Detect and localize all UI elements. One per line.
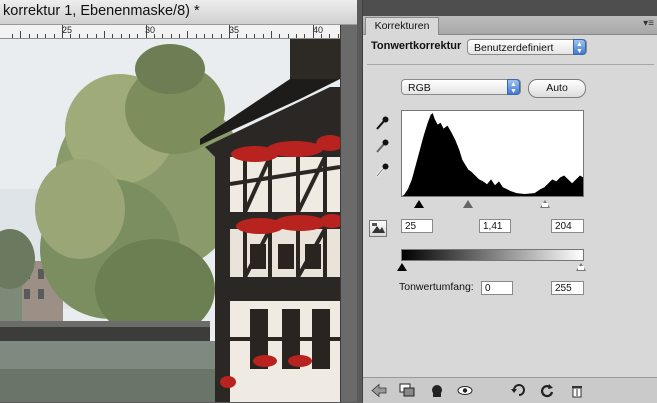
ruler-tick xyxy=(78,34,80,38)
ruler-tick xyxy=(70,34,72,38)
ruler-tick xyxy=(220,34,222,38)
ruler-tick xyxy=(112,34,114,38)
panel-menu-icon[interactable]: ▾≡ xyxy=(643,18,654,29)
ruler-tick xyxy=(262,34,264,38)
panel-bottom-toolbar xyxy=(363,377,657,403)
white-point-eyedropper-icon[interactable] xyxy=(375,162,389,178)
ruler-tick xyxy=(304,34,306,38)
ruler-tick xyxy=(229,25,231,38)
panel-dock-bar[interactable] xyxy=(363,0,657,16)
eye-icon[interactable] xyxy=(457,383,473,398)
ruler-tick xyxy=(245,34,247,38)
ruler-tick xyxy=(237,34,239,38)
ruler-tick xyxy=(95,34,97,38)
document-title: korrektur 1, Ebenenmaske/8) * xyxy=(3,3,200,19)
ruler-tick xyxy=(170,34,172,38)
ruler-tick xyxy=(153,34,155,38)
vertical-scrollbar[interactable] xyxy=(340,25,357,402)
ruler-tick xyxy=(162,34,164,38)
select-arrows-icon: ▲ ▼ xyxy=(573,39,586,55)
ruler-tick xyxy=(270,31,272,38)
ruler-tick xyxy=(145,25,147,38)
ruler-tick xyxy=(103,31,105,38)
ruler-tick xyxy=(320,34,322,38)
mask-icon[interactable] xyxy=(429,383,445,398)
document-tab[interactable]: korrektur 1, Ebenenmaske/8) * xyxy=(0,0,357,25)
output-white-slider-fill xyxy=(578,266,584,270)
adjustment-title: Tonwertkorrektur xyxy=(371,40,462,52)
layer-clip-icon[interactable] xyxy=(399,383,415,398)
adjustments-panel: Korrekturen ▾≡ Tonwertkorrektur Benutzer… xyxy=(362,0,657,403)
gray-point-eyedropper-icon[interactable] xyxy=(375,138,389,154)
ruler-tick xyxy=(329,34,331,38)
input-black-slider[interactable] xyxy=(414,200,424,208)
output-levels-label: Tonwertumfang: xyxy=(399,281,474,293)
ruler-tick xyxy=(137,34,139,38)
ruler-tick xyxy=(128,34,130,38)
auto-button[interactable]: Auto xyxy=(528,79,586,98)
histogram xyxy=(401,110,584,197)
channel-select[interactable]: RGB ▲ ▼ xyxy=(401,79,521,95)
output-black-field[interactable]: 0 xyxy=(481,281,513,295)
trash-icon[interactable] xyxy=(569,383,585,398)
canvas-photo[interactable] xyxy=(0,39,340,402)
preset-value: Benutzerdefiniert xyxy=(474,42,554,54)
ruler-tick xyxy=(62,25,64,38)
preset-select[interactable]: Benutzerdefiniert ▲ ▼ xyxy=(467,39,587,55)
output-black-slider[interactable] xyxy=(397,263,407,271)
ruler-tick xyxy=(312,25,314,38)
ruler-tick xyxy=(195,34,197,38)
ruler-tick xyxy=(12,34,13,38)
panel-tab-bar: Korrekturen ▾≡ xyxy=(363,16,657,35)
ruler-tick xyxy=(87,34,89,38)
ruler-tick xyxy=(254,34,256,38)
black-point-eyedropper-icon[interactable] xyxy=(375,115,389,131)
output-gradient-bar xyxy=(401,249,584,261)
ruler-tick xyxy=(45,34,47,38)
input-gamma-field[interactable]: 1,41 xyxy=(479,219,511,233)
ruler-tick xyxy=(37,34,39,38)
ruler-tick xyxy=(20,31,22,38)
ruler-tick xyxy=(53,34,55,38)
refresh-icon[interactable] xyxy=(539,383,555,398)
ruler-tick xyxy=(28,34,30,38)
channel-value: RGB xyxy=(408,82,431,94)
ruler-tick xyxy=(204,34,206,38)
horizontal-ruler[interactable]: 25 30 35 40 xyxy=(0,25,340,39)
select-arrows-icon: ▲ ▼ xyxy=(507,79,520,95)
reset-icon[interactable] xyxy=(511,383,527,398)
back-arrow-icon[interactable] xyxy=(371,383,387,398)
ruler-tick xyxy=(179,34,180,38)
input-white-slider-fill xyxy=(542,203,548,207)
ruler-tick xyxy=(287,34,289,38)
output-white-field[interactable]: 255 xyxy=(551,281,584,295)
clip-to-layer-glyph xyxy=(372,223,385,233)
input-black-field[interactable]: 25 xyxy=(401,219,433,233)
ruler-tick xyxy=(295,34,297,38)
ruler-tick xyxy=(120,34,122,38)
ruler-tick xyxy=(212,34,214,38)
ruler-tick xyxy=(279,34,281,38)
clip-to-layer-icon[interactable] xyxy=(369,220,387,237)
input-gamma-slider[interactable] xyxy=(463,200,473,208)
ruler-tick xyxy=(337,34,339,38)
ruler-tick xyxy=(187,31,189,38)
document-window: korrektur 1, Ebenenmaske/8) * 25 30 35 4… xyxy=(0,0,357,402)
input-white-field[interactable]: 204 xyxy=(551,219,584,233)
separator xyxy=(367,64,654,65)
tab-korrekturen[interactable]: Korrekturen xyxy=(365,17,439,35)
